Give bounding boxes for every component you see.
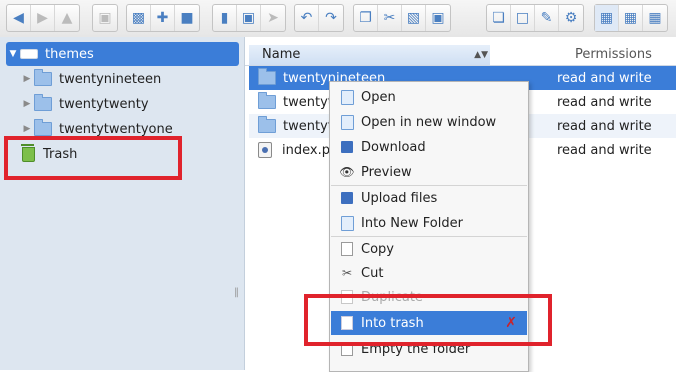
file-permissions: read and write [557,94,652,110]
toolbar-nav-group: ◀ ▶ ▲ [6,4,80,32]
cut-icon[interactable]: ✂ [378,5,402,31]
column-header-permissions[interactable]: Permissions [575,45,652,65]
column-label: Name [262,47,301,62]
menu-item-label: Copy [361,241,394,257]
chevron-right-icon[interactable]: ▶ [20,74,34,84]
select-icon[interactable]: □ [511,5,535,31]
chevron-right-icon[interactable]: ▶ [20,99,34,109]
folder-icon [34,69,52,86]
menu-item-open-new-window[interactable]: Open in new window [331,110,527,134]
book-icon[interactable]: ▮ [213,5,237,31]
list-header: Name ▲▼ Permissions [245,45,676,66]
toolbar-tools-group: ❏ □ ✎ ⚙ [486,4,584,32]
paste-icon[interactable]: ▧ [402,5,426,31]
folder-tree: ▼ themes ▶ twentynineteen ▶ twentytwenty… [0,37,245,370]
menu-item-label: Download [361,139,426,155]
annotation-box-into-trash [304,294,552,346]
toolbar-layout-group: ▦ ▦ ▦ [594,4,668,32]
menu-item-upload-files[interactable]: Upload files [331,186,527,210]
menu-item-label: Cut [361,265,384,281]
new-window-icon [339,114,355,130]
forward-icon[interactable]: ▶ [31,5,55,31]
floppy-icon[interactable]: ▣ [237,5,261,31]
pointer-icon[interactable]: ➤ [261,5,285,31]
splitter-handle[interactable]: ‖ [234,287,239,298]
upload-icon [339,190,355,206]
folder-icon [258,116,276,133]
menu-item-label: Preview [361,164,412,180]
chevron-down-icon[interactable]: ▼ [6,49,20,59]
toolbar-history-group: ↶ ↷ [294,4,344,32]
file-permissions: read and write [557,142,652,158]
edit-icon[interactable]: ✎ [535,5,559,31]
tree-item-label: themes [45,46,94,62]
new-folder-icon [339,215,355,231]
copy-icon[interactable]: ❐ [354,5,378,31]
menu-item-into-new-folder[interactable]: Into New Folder [331,211,527,235]
php-file-icon [258,142,272,158]
duplicate-icon[interactable]: ❏ [487,5,511,31]
tree-item-label: twentytwentyone [59,121,173,137]
menu-item-copy[interactable]: Copy [331,237,527,261]
toolbar-home-group: ▣ [92,4,118,32]
settings-icon[interactable]: ⚙ [559,5,583,31]
eye-icon: 👁 [339,165,355,179]
menu-item-preview[interactable]: 👁 Preview [331,160,527,184]
menu-item-label: Into New Folder [361,215,463,231]
new-file-icon[interactable]: ✚ [151,5,175,31]
tree-item-twentytwenty[interactable]: ▶ twentytwenty [20,92,149,116]
toolbar: ◀ ▶ ▲ ▣ ▩ ✚ ■ ▮ ▣ ➤ ↶ ↷ ❐ ✂ ▧ ▣ ❏ □ ✎ ⚙ … [0,0,676,38]
menu-item-label: Open in new window [361,114,497,130]
toolbar-edit-group: ❐ ✂ ▧ ▣ [353,4,451,32]
menu-item-label: Upload files [361,190,438,206]
tree-item-themes[interactable]: ▼ themes [6,42,239,66]
toolbar-file-group: ▩ ✚ ■ [126,4,200,32]
menu-item-cut[interactable]: ✂ Cut [331,261,527,285]
chevron-right-icon[interactable]: ▶ [20,124,34,134]
list-view-icon[interactable]: ▦ [643,5,667,31]
back-icon[interactable]: ◀ [7,5,31,31]
file-permissions: read and write [557,118,652,134]
drive-icon [20,49,38,59]
tree-item-twentynineteen[interactable]: ▶ twentynineteen [20,67,161,91]
grid-view-icon[interactable]: ▦ [619,5,643,31]
annotation-box-trash [4,136,182,180]
cut-icon: ✂ [341,266,353,280]
folder-icon [258,68,276,85]
menu-item-label: Open [361,89,396,105]
column-header-name[interactable]: Name ▲▼ [249,45,490,65]
menu-item-open[interactable]: Open [331,85,527,109]
copy-icon [339,241,355,257]
open-icon[interactable]: ▩ [127,5,151,31]
menu-item-download[interactable]: Download [331,135,527,159]
redo-icon[interactable]: ↷ [319,5,343,31]
tree-item-label: twentynineteen [59,71,162,87]
file-permissions: read and write [557,70,652,86]
open-icon [339,89,355,105]
folder-icon [258,92,276,109]
folder-icon [34,119,52,136]
tree-item-label: twentytwenty [59,96,149,112]
sort-arrow-icon: ▲▼ [474,50,488,60]
toolbar-view-group: ▮ ▣ ➤ [212,4,286,32]
undo-icon[interactable]: ↶ [295,5,319,31]
folder-icon [34,94,52,111]
download-icon [339,139,355,155]
up-icon[interactable]: ▲ [55,5,79,31]
home-icon[interactable]: ▣ [93,5,117,31]
icons-view-icon[interactable]: ▦ [595,5,619,31]
delete-icon[interactable]: ▣ [426,5,450,31]
save-icon[interactable]: ■ [175,5,199,31]
